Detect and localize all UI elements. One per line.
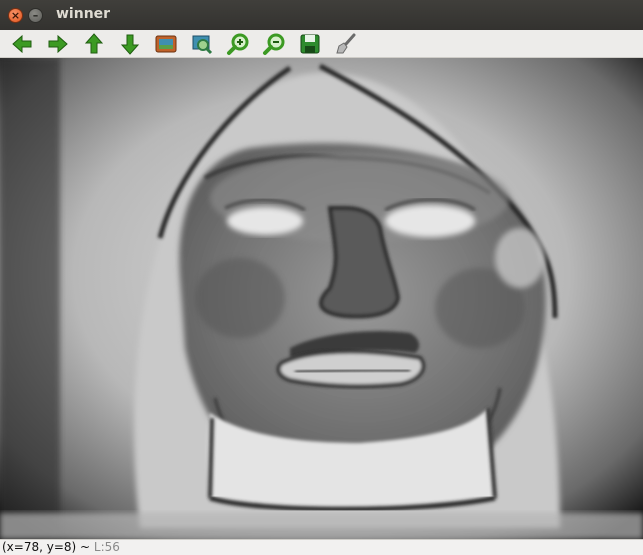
properties-button[interactable] bbox=[332, 31, 360, 57]
pan-right-button[interactable] bbox=[44, 31, 72, 57]
zoom-out-button[interactable] bbox=[260, 31, 288, 57]
pan-left-button[interactable] bbox=[8, 31, 36, 57]
cursor-coordinates: (x=78, y=8) ~ bbox=[2, 540, 91, 554]
close-window-button[interactable]: × bbox=[8, 8, 23, 23]
zoom-original-button[interactable] bbox=[188, 31, 216, 57]
close-icon: × bbox=[10, 9, 21, 22]
arrow-down-icon bbox=[120, 34, 140, 55]
face-image bbox=[0, 58, 643, 539]
toolbar bbox=[0, 30, 643, 58]
zoom-in-icon bbox=[227, 33, 249, 55]
zoom-fit-button[interactable] bbox=[152, 31, 180, 57]
zoom-out-icon bbox=[263, 33, 285, 55]
zoom-fit-icon bbox=[155, 35, 177, 52]
title-bar: × – winner bbox=[0, 0, 643, 30]
image-view[interactable] bbox=[0, 58, 643, 539]
properties-icon bbox=[336, 33, 356, 53]
minimize-icon: – bbox=[32, 9, 39, 22]
pixel-value: L:56 bbox=[93, 540, 120, 554]
pan-down-button[interactable] bbox=[116, 31, 144, 57]
arrow-right-icon bbox=[48, 34, 68, 53]
save-icon bbox=[300, 34, 320, 53]
arrow-left-icon bbox=[12, 34, 32, 53]
window-title: winner bbox=[56, 6, 111, 22]
save-button[interactable] bbox=[296, 31, 324, 57]
status-bar: (x=78, y=8) ~ L:56 bbox=[0, 539, 643, 555]
arrow-up-icon bbox=[84, 32, 104, 53]
pan-up-button[interactable] bbox=[80, 31, 108, 57]
zoom-in-button[interactable] bbox=[224, 31, 252, 57]
minimize-window-button[interactable]: – bbox=[28, 8, 43, 23]
zoom-original-icon bbox=[192, 35, 213, 54]
